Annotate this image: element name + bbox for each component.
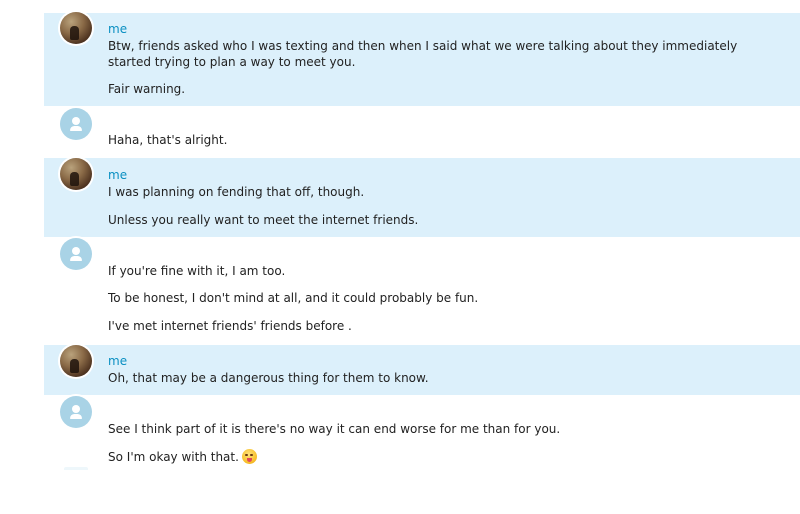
contact-avatar[interactable] xyxy=(60,108,92,140)
conversation-history: me Btw, friends asked who I was texting … xyxy=(0,0,800,514)
message-text[interactable]: Btw, friends asked who I was texting and… xyxy=(108,38,780,70)
message-text[interactable]: Unless you really want to meet the inter… xyxy=(108,212,780,228)
message-text[interactable]: I was planning on fending that off, thou… xyxy=(108,184,780,200)
partial-avatar-edge xyxy=(64,467,88,470)
contact-avatar[interactable] xyxy=(60,238,92,270)
message-text[interactable]: See I think part of it is there's no way… xyxy=(108,421,780,437)
message-text[interactable]: So I'm okay with that. xyxy=(108,449,780,465)
message-text-content: So I'm okay with that. xyxy=(108,450,239,464)
message-text[interactable]: Fair warning. xyxy=(108,81,780,97)
person-icon xyxy=(60,108,92,140)
message-text[interactable]: Oh, that may be a dangerous thing for th… xyxy=(108,370,780,386)
contact-avatar[interactable] xyxy=(60,396,92,428)
user-photo-avatar[interactable] xyxy=(60,158,92,190)
message-text[interactable]: I've met internet friends' friends befor… xyxy=(108,318,780,334)
message-text[interactable]: Haha, that's alright. xyxy=(108,132,780,148)
person-icon xyxy=(60,396,92,428)
sender-name[interactable]: me xyxy=(108,22,127,36)
user-photo-avatar[interactable] xyxy=(60,345,92,377)
user-photo-avatar[interactable] xyxy=(60,12,92,44)
person-icon xyxy=(60,238,92,270)
tongue-out-emoji-icon xyxy=(241,449,257,464)
sender-name[interactable]: me xyxy=(108,354,127,368)
message-text[interactable]: To be honest, I don't mind at all, and i… xyxy=(108,290,780,306)
message-text[interactable]: If you're fine with it, I am too. xyxy=(108,263,780,279)
sender-name[interactable]: me xyxy=(108,168,127,182)
